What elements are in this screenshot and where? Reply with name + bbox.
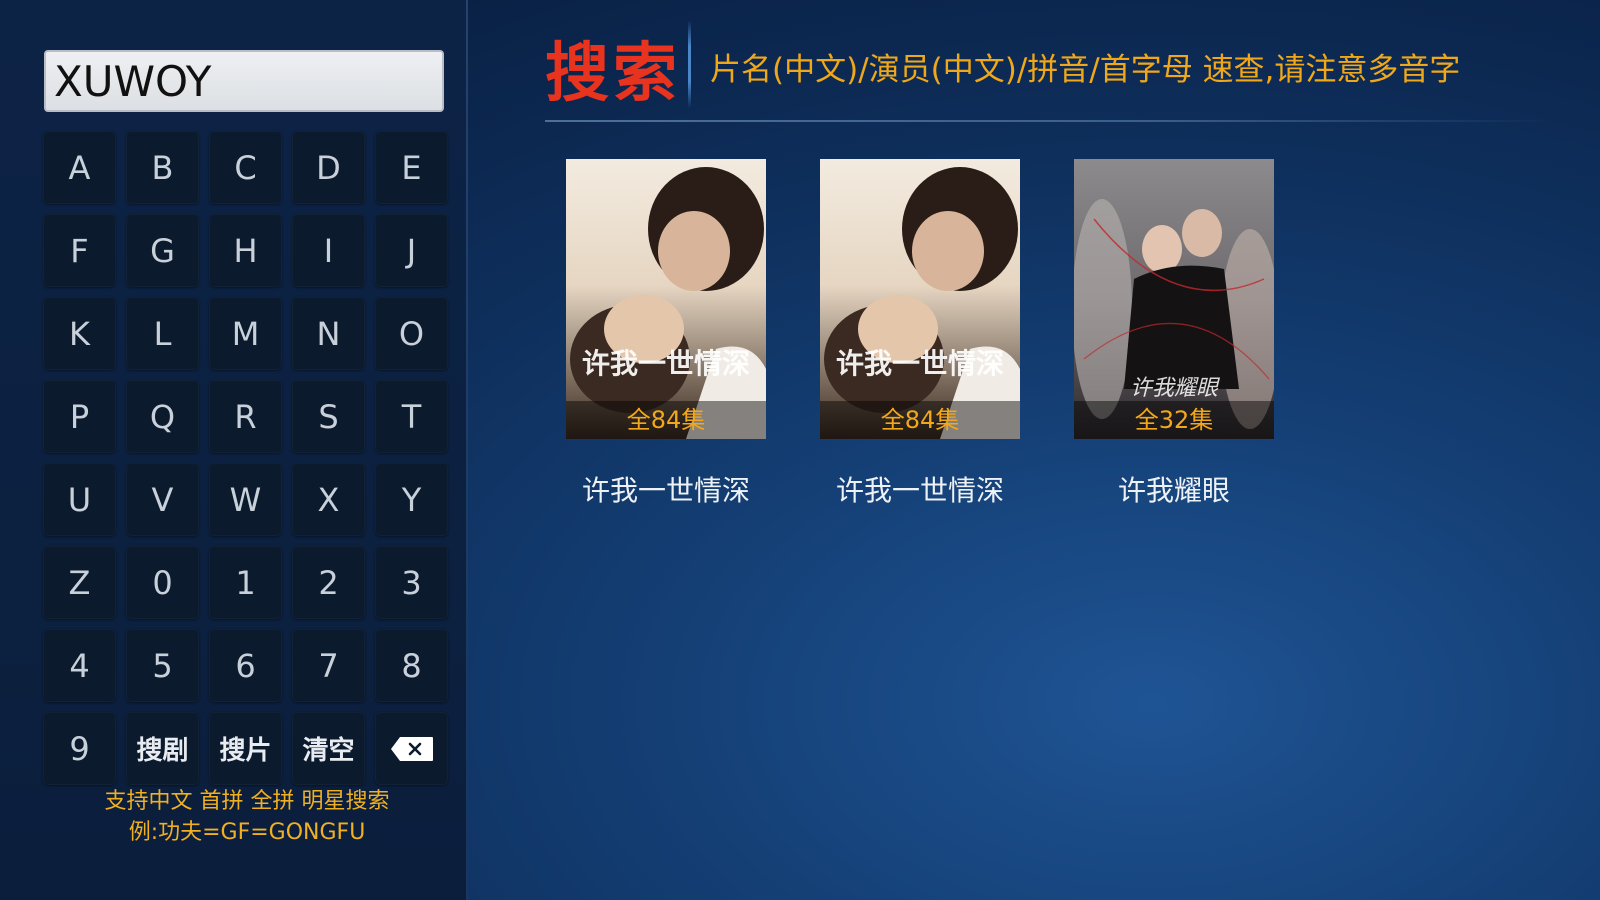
- key-3[interactable]: 3: [375, 546, 448, 619]
- help-line-1: 支持中文 首拼 全拼 明星搜索: [104, 789, 390, 814]
- episode-count: 全32集: [1074, 401, 1274, 439]
- key-p[interactable]: P: [43, 380, 116, 453]
- key-8[interactable]: 8: [375, 629, 448, 702]
- episode-count: 全84集: [820, 401, 1020, 439]
- header-divider: [545, 120, 1555, 122]
- key-c[interactable]: C: [209, 131, 282, 204]
- result-poster: 许我耀眼 全32集: [1074, 159, 1274, 439]
- poster-image: [820, 159, 1020, 439]
- poster-image: [1074, 159, 1274, 439]
- key-n[interactable]: N: [292, 297, 365, 370]
- key-5[interactable]: 5: [126, 629, 199, 702]
- page-title: 搜索: [545, 37, 681, 111]
- key-i[interactable]: I: [292, 214, 365, 287]
- key-t[interactable]: T: [375, 380, 448, 453]
- key-o[interactable]: O: [375, 297, 448, 370]
- key-s[interactable]: S: [292, 380, 365, 453]
- title-separator: [688, 20, 691, 108]
- result-card[interactable]: 许我耀眼 全32集 许我耀眼: [1074, 159, 1274, 509]
- key-k[interactable]: K: [43, 297, 116, 370]
- key-d[interactable]: D: [292, 131, 365, 204]
- key-e[interactable]: E: [375, 131, 448, 204]
- search-help: 支持中文 首拼 全拼 明星搜索 例:功夫=GF=GONGFU: [43, 786, 451, 848]
- result-title: 许我耀眼: [1117, 474, 1230, 507]
- episode-count: 全84集: [566, 401, 766, 439]
- result-title: 许我一世情深: [835, 474, 1004, 507]
- key-v[interactable]: V: [126, 463, 199, 536]
- result-title: 许我一世情深: [581, 474, 750, 507]
- key-0[interactable]: 0: [126, 546, 199, 619]
- key-f[interactable]: F: [43, 214, 116, 287]
- backspace-icon: [390, 736, 433, 761]
- key-l[interactable]: L: [126, 297, 199, 370]
- search-series-button[interactable]: 搜剧: [126, 712, 199, 785]
- key-6[interactable]: 6: [209, 629, 282, 702]
- key-w[interactable]: W: [209, 463, 282, 536]
- result-poster: 许我一世情深 全84集: [566, 159, 766, 439]
- key-1[interactable]: 1: [209, 546, 282, 619]
- key-7[interactable]: 7: [292, 629, 365, 702]
- key-y[interactable]: Y: [375, 463, 448, 536]
- key-x[interactable]: X: [292, 463, 365, 536]
- result-card[interactable]: 许我一世情深 全84集 许我一世情深: [820, 159, 1020, 509]
- key-2[interactable]: 2: [292, 546, 365, 619]
- help-line-2: 例:功夫=GF=GONGFU: [128, 820, 366, 845]
- key-4[interactable]: 4: [43, 629, 116, 702]
- backspace-button[interactable]: [375, 712, 448, 785]
- poster-image: [566, 159, 766, 439]
- clear-button[interactable]: 清空: [292, 712, 365, 785]
- key-h[interactable]: H: [209, 214, 282, 287]
- search-hint: 片名(中文)/演员(中文)/拼音/首字母 速查,请注意多音字: [710, 52, 1461, 88]
- key-g[interactable]: G: [126, 214, 199, 287]
- key-q[interactable]: Q: [126, 380, 199, 453]
- result-poster: 许我一世情深 全84集: [820, 159, 1020, 439]
- key-m[interactable]: M: [209, 297, 282, 370]
- key-b[interactable]: B: [126, 131, 199, 204]
- search-movie-button[interactable]: 搜片: [209, 712, 282, 785]
- key-u[interactable]: U: [43, 463, 116, 536]
- result-card[interactable]: 许我一世情深 全84集 许我一世情深: [566, 159, 766, 509]
- key-a[interactable]: A: [43, 131, 116, 204]
- key-z[interactable]: Z: [43, 546, 116, 619]
- key-r[interactable]: R: [209, 380, 282, 453]
- search-input[interactable]: [44, 50, 444, 112]
- key-9[interactable]: 9: [43, 712, 116, 785]
- panel-divider: [466, 0, 468, 900]
- key-j[interactable]: J: [375, 214, 448, 287]
